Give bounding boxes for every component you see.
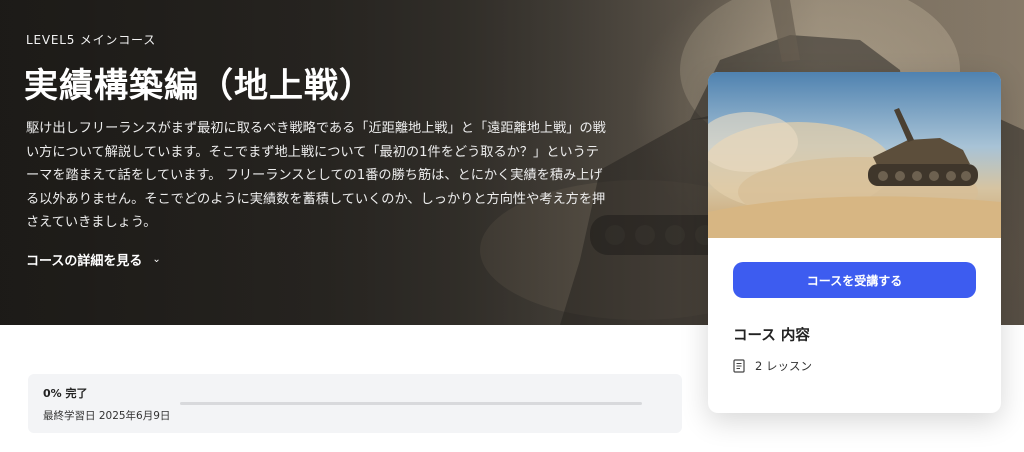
progress-percent: 0% 完了 (43, 387, 88, 400)
enroll-course-button[interactable]: コースを受講する (733, 262, 976, 298)
course-details-label: コースの詳細を見る (26, 254, 143, 269)
course-details-toggle[interactable]: コースの詳細を見る ⌄ (26, 250, 161, 269)
progress-panel: 0% 完了 最終学習日 2025年6月9日 (28, 374, 682, 433)
course-description: 駆け出しフリーランスがまず最初に取るべき戦略である「近距離地上戦」と「遠距離地上… (26, 121, 606, 230)
book-icon (733, 359, 745, 373)
course-title: 実績構築編（地上戦） (24, 66, 374, 106)
course-content-heading: コース 内容 (733, 328, 810, 344)
course-thumbnail (708, 72, 1001, 238)
course-level-label: LEVEL5 メインコース (26, 33, 156, 47)
lesson-count: 2 レッスン (733, 358, 812, 374)
progress-bar (180, 402, 642, 405)
chevron-down-icon: ⌄ (152, 254, 161, 265)
course-sidebar-card: コースを受講する コース 内容 2 レッスン (708, 72, 1001, 413)
last-study-date: 最終学習日 2025年6月9日 (43, 410, 171, 422)
lesson-count-label: 2 レッスン (755, 359, 812, 373)
